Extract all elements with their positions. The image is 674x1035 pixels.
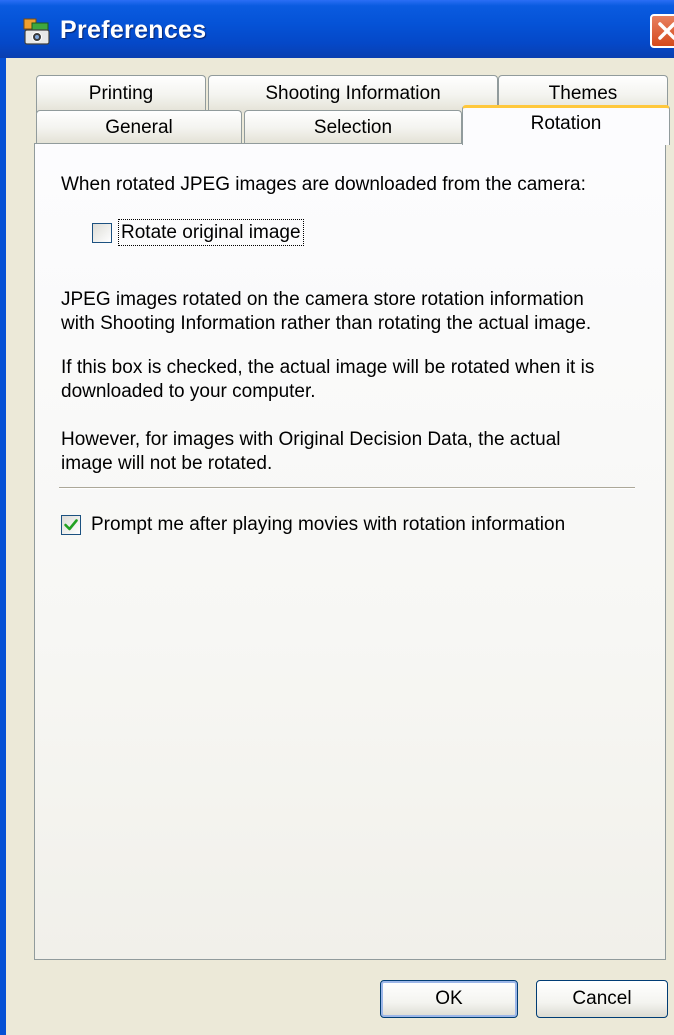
preferences-dialog: Preferences Printing Shooting Informatio… [0,0,674,1035]
rotation-tab-panel: When rotated JPEG images are downloaded … [34,143,666,960]
tab-label: Themes [548,83,618,104]
close-icon [658,22,674,40]
tab-label: General [105,117,173,138]
rotate-original-checkbox[interactable] [92,223,112,243]
tab-label: Selection [313,117,393,138]
title-bar[interactable]: Preferences [0,0,674,58]
prompt-movies-label[interactable]: Prompt me after playing movies with rota… [91,512,565,537]
rotation-heading: When rotated JPEG images are downloaded … [61,174,586,195]
checkmark-icon [64,519,78,531]
tab-label: Printing [88,83,154,104]
tab-printing[interactable]: Printing [36,75,206,113]
info-paragraph-2-line-2: downloaded to your computer. [61,381,316,402]
ok-button[interactable]: OK [380,980,518,1018]
window-title: Preferences [60,16,207,44]
info-paragraph-3-line-2: image will not be rotated. [61,453,273,474]
tab-label: Rotation [530,113,602,134]
tab-general[interactable]: General [36,110,242,144]
rotate-original-label[interactable]: Rotate original image [118,219,304,246]
tab-label: Shooting Information [265,83,441,104]
info-paragraph-2-line-1: If this box is checked, the actual image… [61,357,595,378]
info-paragraph-1-line-1: JPEG images rotated on the camera store … [61,289,584,310]
cancel-button[interactable]: Cancel [536,980,668,1018]
section-divider [59,487,635,489]
tab-shooting-information[interactable]: Shooting Information [208,75,498,113]
tab-rotation[interactable]: Rotation [462,105,670,145]
prompt-movies-checkbox[interactable] [61,515,81,535]
close-button[interactable] [650,14,674,48]
info-paragraph-1-line-2: with Shooting Information rather than ro… [61,313,592,334]
camera-app-icon [23,18,50,45]
window-frame-left [0,58,6,1035]
info-paragraph-3-line-1: However, for images with Original Decisi… [61,429,561,450]
tab-selection[interactable]: Selection [244,110,462,144]
